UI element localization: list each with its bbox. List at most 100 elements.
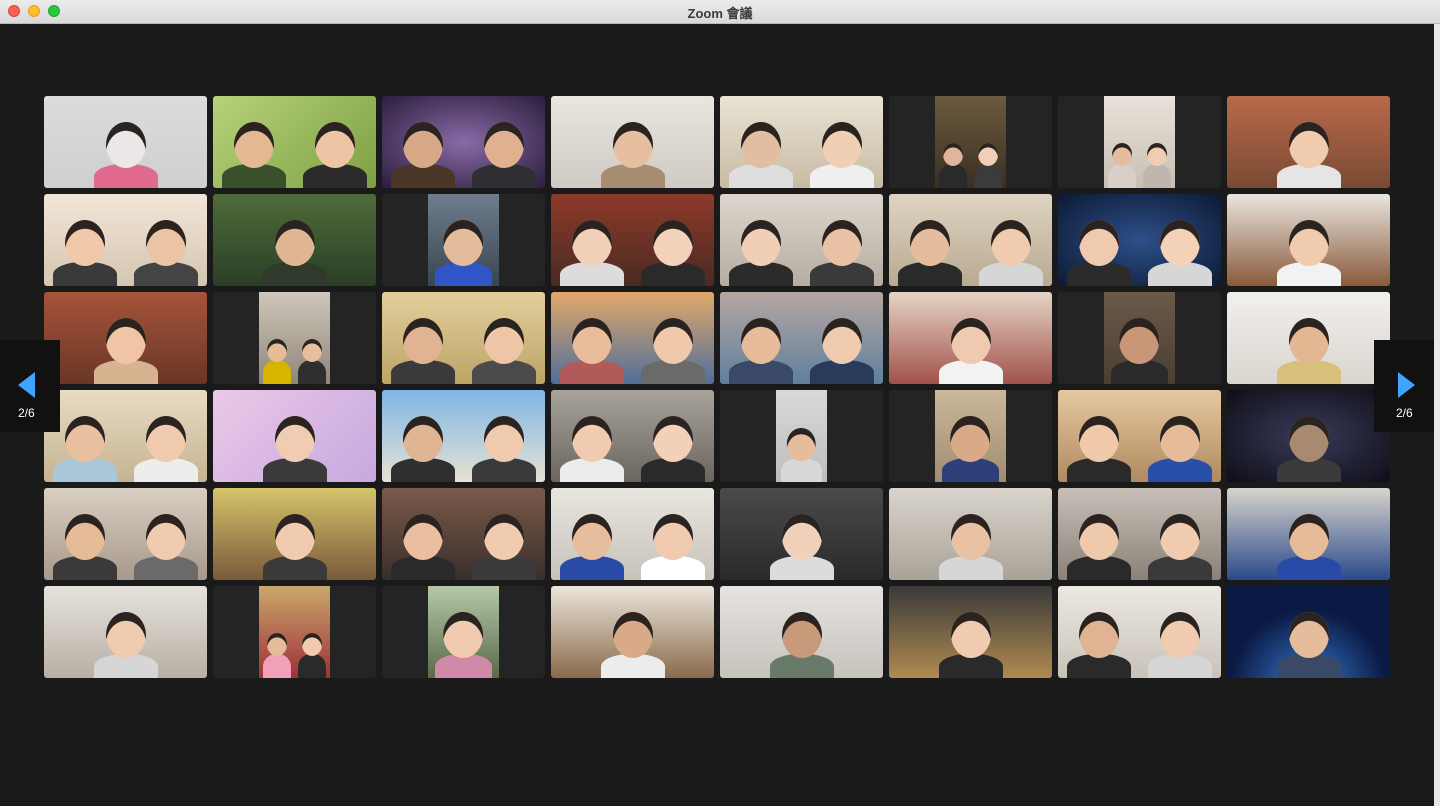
participant-video (1058, 390, 1221, 482)
participant-video (1058, 586, 1221, 678)
participant-figure (979, 220, 1044, 286)
previous-page-button[interactable]: 2/6 (0, 340, 60, 432)
participant-face (740, 220, 781, 266)
zoom-window: Zoom 會議 2/6 2/6 (0, 0, 1440, 806)
window-edge (1434, 24, 1440, 806)
participant-video (1227, 96, 1390, 188)
participant-video-tile[interactable] (889, 390, 1052, 482)
page-indicator-left: 2/6 (18, 406, 35, 420)
participant-video-tile[interactable] (44, 292, 207, 384)
participant-video (551, 586, 714, 678)
participant-video-tile[interactable] (1227, 96, 1390, 188)
participant-video-tile[interactable] (44, 96, 207, 188)
participant-face (105, 612, 146, 658)
participant-face (1147, 143, 1168, 166)
participant-figure (1276, 416, 1341, 482)
participant-face (274, 514, 315, 560)
participant-video-tile[interactable] (1058, 390, 1221, 482)
participant-video-tile[interactable] (551, 390, 714, 482)
participant-video-tile[interactable] (1058, 586, 1221, 678)
participant-video-tile[interactable] (720, 586, 883, 678)
participant-face (1078, 514, 1119, 560)
participant-face (1160, 514, 1201, 560)
participant-video-tile[interactable] (382, 292, 545, 384)
participant-video-tile[interactable] (1227, 488, 1390, 580)
participant-face (950, 514, 991, 560)
participant-figure (559, 416, 624, 482)
participant-figure (641, 514, 706, 580)
participant-video (1104, 292, 1175, 384)
participant-figure (1143, 143, 1172, 188)
participant-video-tile[interactable] (213, 586, 376, 678)
participant-video-tile[interactable] (213, 194, 376, 286)
participant-face (781, 514, 822, 560)
participant-video-tile[interactable] (720, 194, 883, 286)
participant-video-tile[interactable] (382, 390, 545, 482)
participant-figure (1066, 612, 1131, 678)
participant-face (978, 143, 999, 166)
participant-figure (298, 633, 327, 678)
participant-video-tile[interactable] (551, 292, 714, 384)
participant-video (382, 390, 545, 482)
participant-video (889, 194, 1052, 286)
participant-video-tile[interactable] (382, 194, 545, 286)
participant-video-tile[interactable] (213, 96, 376, 188)
participant-video-tile[interactable] (1058, 194, 1221, 286)
participant-video-tile[interactable] (44, 194, 207, 286)
participant-video (259, 292, 330, 384)
participant-video-tile[interactable] (1227, 194, 1390, 286)
participant-video-tile[interactable] (213, 292, 376, 384)
participant-video-tile[interactable] (889, 96, 1052, 188)
participant-video-tile[interactable] (1058, 96, 1221, 188)
participant-video-tile[interactable] (720, 292, 883, 384)
participant-video (259, 586, 330, 678)
participant-figure (897, 220, 962, 286)
participant-video-tile[interactable] (44, 390, 207, 482)
participant-video-tile[interactable] (382, 96, 545, 188)
participant-video-tile[interactable] (551, 488, 714, 580)
participant-figure (93, 612, 158, 678)
participant-video-tile[interactable] (889, 194, 1052, 286)
next-page-button[interactable]: 2/6 (1374, 340, 1434, 432)
participant-face (950, 416, 991, 462)
participant-video-tile[interactable] (889, 292, 1052, 384)
participant-face (274, 220, 315, 266)
participant-video-tile[interactable] (382, 488, 545, 580)
participant-video-tile[interactable] (889, 586, 1052, 678)
participant-video-tile[interactable] (1058, 292, 1221, 384)
participant-face (302, 633, 323, 656)
participant-video-tile[interactable] (1227, 292, 1390, 384)
participant-figure (134, 514, 199, 580)
participant-face (266, 339, 287, 362)
participant-video-tile[interactable] (551, 194, 714, 286)
participant-face (571, 318, 612, 364)
participant-video-tile[interactable] (1227, 586, 1390, 678)
participant-face (484, 122, 525, 168)
participant-video-tile[interactable] (213, 390, 376, 482)
participant-video (720, 194, 883, 286)
participant-face (1288, 416, 1329, 462)
participant-video-tile[interactable] (1058, 488, 1221, 580)
participant-video-tile[interactable] (44, 586, 207, 678)
participant-figure (781, 428, 822, 482)
participant-video-tile[interactable] (213, 488, 376, 580)
participant-video-tile[interactable] (44, 488, 207, 580)
participant-figure (262, 339, 291, 384)
participant-figure (1066, 514, 1131, 580)
participant-video-tile[interactable] (720, 96, 883, 188)
participant-video-tile[interactable] (551, 96, 714, 188)
participant-video-tile[interactable] (720, 488, 883, 580)
participant-video-tile[interactable] (551, 586, 714, 678)
participant-video (889, 292, 1052, 384)
participant-video-tile[interactable] (889, 488, 1052, 580)
participant-figure (93, 122, 158, 188)
participant-figure (1276, 220, 1341, 286)
participant-figure (810, 318, 875, 384)
participant-video (213, 488, 376, 580)
participant-video-tile[interactable] (1227, 390, 1390, 482)
participant-video-tile[interactable] (382, 586, 545, 678)
participant-face (950, 612, 991, 658)
participant-video-tile[interactable] (720, 390, 883, 482)
participant-face (484, 416, 525, 462)
participant-face (612, 122, 653, 168)
